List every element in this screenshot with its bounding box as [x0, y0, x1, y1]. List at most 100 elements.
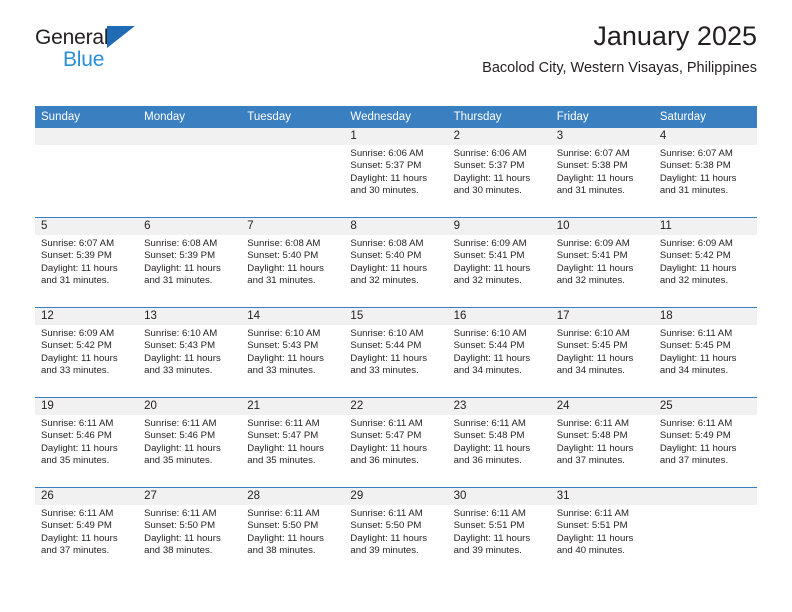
day-info-line: Sunset: 5:41 PM	[556, 250, 628, 262]
day-number: 12	[35, 308, 139, 325]
day-info-line: Sunrise: 6:08 AM	[247, 238, 321, 249]
day-cell-23[interactable]: 23 Sunrise: 6:11 AM Sunset: 5:48 PM Dayligh…	[447, 398, 551, 487]
day-info-line: and 37 minutes.	[659, 455, 729, 467]
day-cell-7[interactable]: 7 Sunrise: 6:08 AM Sunset: 5:40 PM Daylight…	[241, 218, 345, 307]
general-blue-logo[interactable]: General Blue	[35, 26, 136, 70]
day-cell-5[interactable]: 5 Sunrise: 6:07 AM Sunset: 5:39 PM Daylight…	[35, 218, 139, 307]
page-header: General Blue January 2025 Bacolod City, …	[35, 0, 757, 75]
day-info-line: Daylight: 11 hours	[41, 532, 118, 544]
day-cell-3[interactable]: 3 Sunrise: 6:07 AM Sunset: 5:38 PM Daylight…	[550, 128, 654, 217]
day-cell-8[interactable]: 8 Sunrise: 6:08 AM Sunset: 5:40 PM Daylight…	[344, 218, 448, 307]
day-info-line: Daylight: 11 hours	[556, 352, 634, 364]
page-subtitle: Bacolod City, Western Visayas, Philippin…	[482, 59, 757, 76]
day-sun-info: Sunrise: 6:10 AM Sunset: 5:43 PM Daylight:…	[138, 325, 241, 378]
day-cell-11[interactable]: 11 Sunrise: 6:09 AM Sunset: 5:42 PM Dayligh…	[653, 218, 757, 307]
day-info-line: Daylight: 11 hours	[659, 172, 737, 184]
day-cell-28[interactable]: 28 Sunrise: 6:11 AM Sunset: 5:50 PM Dayligh…	[241, 488, 345, 577]
day-info-line: Sunset: 5:46 PM	[41, 430, 112, 442]
day-cell-1[interactable]: 1 Sunrise: 6:06 AM Sunset: 5:37 PM Daylight…	[344, 128, 448, 217]
day-sun-info: Sunrise: 6:07 AM Sunset: 5:39 PM Daylight:…	[35, 235, 138, 288]
weekday-header-thursday: Thursday	[453, 111, 502, 123]
day-info-line: Daylight: 11 hours	[556, 262, 634, 274]
day-sun-info: Sunrise: 6:09 AM Sunset: 5:41 PM Daylight:…	[551, 235, 654, 288]
day-sun-info: Sunrise: 6:08 AM Sunset: 5:40 PM Daylight:…	[344, 235, 447, 288]
day-cell-13[interactable]: 13 Sunrise: 6:10 AM Sunset: 5:43 PM Dayligh…	[138, 308, 242, 397]
day-cell-14[interactable]: 14 Sunrise: 6:10 AM Sunset: 5:43 PM Dayligh…	[241, 308, 345, 397]
day-cell-2[interactable]: 2 Sunrise: 6:06 AM Sunset: 5:37 PM Daylight…	[447, 128, 551, 217]
day-cell-29[interactable]: 29 Sunrise: 6:11 AM Sunset: 5:50 PM Dayligh…	[344, 488, 448, 577]
day-cell-10[interactable]: 10 Sunrise: 6:09 AM Sunset: 5:41 PM Dayligh…	[550, 218, 654, 307]
day-info-line: Sunset: 5:47 PM	[247, 430, 319, 442]
day-info-line: Sunrise: 6:11 AM	[41, 418, 114, 429]
day-number: 30	[447, 488, 551, 505]
day-cell-16[interactable]: 16 Sunrise: 6:10 AM Sunset: 5:44 PM Dayligh…	[447, 308, 551, 397]
day-cell-19[interactable]: 19 Sunrise: 6:11 AM Sunset: 5:46 PM Dayligh…	[35, 398, 139, 487]
day-number: 21	[241, 398, 345, 415]
day-info-line: Daylight: 11 hours	[41, 262, 118, 274]
day-info-line: and 32 minutes.	[556, 275, 625, 287]
day-info-line: Daylight: 11 hours	[659, 442, 737, 454]
day-info-line: Sunrise: 6:08 AM	[144, 238, 218, 249]
day-cell-4[interactable]: 4 Sunrise: 6:07 AM Sunset: 5:38 PM Daylight…	[653, 128, 757, 217]
day-number: 31	[550, 488, 654, 505]
day-number	[241, 128, 345, 145]
day-cell-26[interactable]: 26 Sunrise: 6:11 AM Sunset: 5:49 PM Dayligh…	[35, 488, 139, 577]
day-cell-31[interactable]: 31 Sunrise: 6:11 AM Sunset: 5:51 PM Dayligh…	[550, 488, 654, 577]
day-cell-21[interactable]: 21 Sunrise: 6:11 AM Sunset: 5:47 PM Dayligh…	[241, 398, 345, 487]
calendar-weeks: 1 Sunrise: 6:06 AM Sunset: 5:37 PM Daylight…	[35, 128, 757, 577]
day-number: 20	[138, 398, 242, 415]
day-sun-info: Sunrise: 6:10 AM Sunset: 5:44 PM Daylight:…	[344, 325, 447, 378]
day-info-line: Sunrise: 6:11 AM	[659, 418, 733, 429]
day-info-line: Daylight: 11 hours	[453, 352, 531, 364]
day-number: 6	[138, 218, 242, 235]
calendar-week-row: 26 Sunrise: 6:11 AM Sunset: 5:49 PM Dayligh…	[35, 487, 757, 577]
day-info-line: Sunrise: 6:11 AM	[556, 418, 630, 429]
day-info-line: Sunrise: 6:11 AM	[453, 508, 526, 519]
day-number: 2	[447, 128, 551, 145]
day-cell-24[interactable]: 24 Sunrise: 6:11 AM Sunset: 5:48 PM Dayligh…	[550, 398, 654, 487]
day-info-line: Daylight: 11 hours	[453, 442, 531, 454]
day-sun-info: Sunrise: 6:09 AM Sunset: 5:41 PM Daylight:…	[448, 235, 551, 288]
day-info-line: and 32 minutes.	[453, 275, 522, 287]
logo-text-general: General	[35, 26, 109, 49]
day-info-line: Sunrise: 6:11 AM	[144, 418, 217, 429]
day-info-line: Daylight: 11 hours	[144, 532, 221, 544]
day-number: 22	[344, 398, 448, 415]
day-cell-9[interactable]: 9 Sunrise: 6:09 AM Sunset: 5:41 PM Daylight…	[447, 218, 551, 307]
day-sun-info: Sunrise: 6:09 AM Sunset: 5:42 PM Daylight:…	[35, 325, 138, 378]
day-info-line: and 31 minutes.	[659, 185, 729, 197]
day-number: 17	[550, 308, 654, 325]
day-cell-27[interactable]: 27 Sunrise: 6:11 AM Sunset: 5:50 PM Dayligh…	[138, 488, 242, 577]
day-sun-info: Sunrise: 6:11 AM Sunset: 5:47 PM Daylight:…	[241, 415, 344, 468]
day-info-line: Daylight: 11 hours	[350, 532, 428, 544]
day-cell-20[interactable]: 20 Sunrise: 6:11 AM Sunset: 5:46 PM Dayligh…	[138, 398, 242, 487]
day-cell-30[interactable]: 30 Sunrise: 6:11 AM Sunset: 5:51 PM Dayligh…	[447, 488, 551, 577]
day-info-line: Daylight: 11 hours	[350, 442, 428, 454]
day-info-line: Sunrise: 6:09 AM	[453, 238, 527, 249]
day-number: 3	[550, 128, 654, 145]
day-cell-17[interactable]: 17 Sunrise: 6:10 AM Sunset: 5:45 PM Dayligh…	[550, 308, 654, 397]
day-info-line: Daylight: 11 hours	[144, 262, 221, 274]
day-sun-info: Sunrise: 6:10 AM Sunset: 5:43 PM Daylight:…	[241, 325, 344, 378]
day-number: 1	[344, 128, 448, 145]
day-sun-info: Sunrise: 6:10 AM Sunset: 5:44 PM Daylight:…	[448, 325, 551, 378]
weekday-header-wednesday: Wednesday	[350, 111, 411, 123]
day-sun-info: Sunrise: 6:11 AM Sunset: 5:51 PM Daylight:…	[448, 505, 551, 558]
day-info-line: Sunrise: 6:09 AM	[659, 238, 733, 249]
day-sun-info: Sunrise: 6:08 AM Sunset: 5:40 PM Daylight:…	[241, 235, 344, 288]
day-cell-18[interactable]: 18 Sunrise: 6:11 AM Sunset: 5:45 PM Dayligh…	[653, 308, 757, 397]
day-cell-12[interactable]: 12 Sunrise: 6:09 AM Sunset: 5:42 PM Dayligh…	[35, 308, 139, 397]
day-sun-info: Sunrise: 6:11 AM Sunset: 5:49 PM Daylight:…	[654, 415, 757, 468]
day-info-line: Sunset: 5:44 PM	[453, 340, 525, 352]
day-number	[138, 128, 242, 145]
day-info-line: Daylight: 11 hours	[659, 262, 737, 274]
day-info-line: Sunrise: 6:11 AM	[247, 418, 320, 429]
day-info-line: Daylight: 11 hours	[556, 172, 634, 184]
day-cell-6[interactable]: 6 Sunrise: 6:08 AM Sunset: 5:39 PM Daylight…	[138, 218, 242, 307]
day-cell-25[interactable]: 25 Sunrise: 6:11 AM Sunset: 5:49 PM Dayligh…	[653, 398, 757, 487]
day-number: 28	[241, 488, 345, 505]
day-info-line: and 36 minutes.	[350, 455, 419, 467]
day-cell-15[interactable]: 15 Sunrise: 6:10 AM Sunset: 5:44 PM Dayligh…	[344, 308, 448, 397]
day-info-line: Sunset: 5:43 PM	[144, 340, 216, 352]
day-cell-22[interactable]: 22 Sunrise: 6:11 AM Sunset: 5:47 PM Dayligh…	[344, 398, 448, 487]
